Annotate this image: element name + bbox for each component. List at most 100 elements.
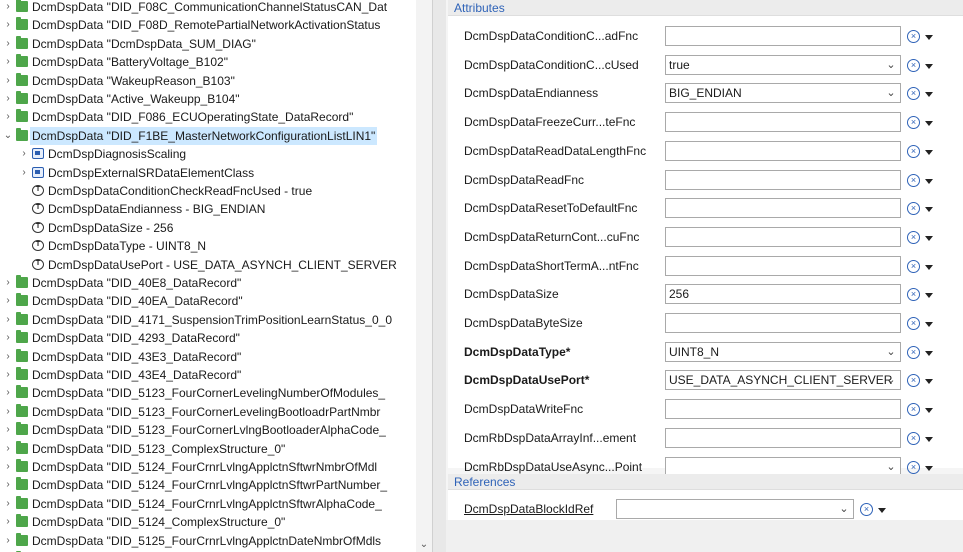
menu-arrow-icon[interactable] — [925, 121, 933, 127]
chevron-down-icon[interactable]: ⌄ — [884, 343, 898, 361]
scroll-down-icon[interactable]: ⌄ — [416, 539, 432, 550]
tree-row[interactable]: › DcmDspData "DID_43E4_DataRecord" — [0, 366, 416, 384]
expand-chevron-icon[interactable]: › — [2, 476, 14, 494]
reset-default-icon[interactable]: × — [907, 460, 920, 474]
tree-row[interactable]: T DcmDspDataSize - 256 — [0, 219, 416, 237]
menu-arrow-icon[interactable] — [925, 149, 933, 155]
chevron-down-icon[interactable]: ⌄ — [884, 458, 898, 476]
reset-default-icon[interactable]: × — [907, 230, 920, 244]
reset-default-icon[interactable]: × — [907, 173, 920, 187]
reset-default-icon[interactable]: × — [907, 30, 920, 43]
menu-arrow-icon[interactable] — [925, 350, 933, 356]
tree-row[interactable]: T DcmDspDataType - UINT8_N — [0, 237, 416, 255]
collapse-chevron-icon[interactable]: ⌄ — [2, 127, 14, 145]
menu-arrow-icon[interactable] — [925, 92, 933, 98]
tree-row[interactable]: › DcmDspData "DID_5123_FourCornerLvlngBoo… — [0, 421, 416, 439]
menu-arrow-icon[interactable] — [925, 379, 933, 385]
tree-row[interactable]: › DcmDspData "DID_40E8_DataRecord" — [0, 274, 416, 292]
reset-default-icon[interactable]: × — [907, 144, 920, 158]
attribute-input[interactable] — [665, 313, 901, 333]
references-section-header[interactable]: References — [448, 474, 963, 490]
expand-chevron-icon[interactable]: › — [2, 384, 14, 402]
expand-chevron-icon[interactable]: › — [2, 366, 14, 384]
expand-chevron-icon[interactable]: › — [18, 164, 30, 182]
menu-arrow-icon[interactable] — [925, 178, 933, 184]
tree-row[interactable]: › DcmDspData "DID_4171_SuspensionTrimPosi… — [0, 311, 416, 329]
attribute-input[interactable] — [665, 26, 901, 46]
reset-default-icon[interactable]: × — [860, 503, 873, 516]
expand-chevron-icon[interactable]: › — [2, 495, 14, 513]
attribute-input[interactable] — [665, 112, 901, 133]
reset-default-icon[interactable]: × — [907, 202, 920, 216]
expand-chevron-icon[interactable]: › — [2, 329, 14, 347]
expand-chevron-icon[interactable]: › — [2, 53, 14, 71]
attributes-section-header[interactable]: Attributes — [448, 0, 963, 16]
tree-row[interactable]: › DcmDspData "DID_4293_DataRecord" — [0, 329, 416, 347]
chevron-down-icon[interactable]: ⌄ — [884, 371, 898, 389]
tree-row[interactable]: › DcmDspData "DcmDspData_SUM_DIAG" — [0, 35, 416, 53]
reset-default-icon[interactable]: × — [907, 259, 920, 273]
menu-arrow-icon[interactable] — [925, 63, 933, 69]
attribute-input[interactable] — [665, 226, 901, 247]
tree-row[interactable]: › DcmDspData "DID_5123_FourCornerLeveling… — [0, 384, 416, 402]
expand-chevron-icon[interactable]: › — [2, 72, 14, 90]
expand-chevron-icon[interactable]: › — [2, 292, 14, 310]
expand-chevron-icon[interactable]: › — [2, 274, 14, 292]
attribute-select[interactable]: ⌄ — [616, 499, 854, 519]
expand-chevron-icon[interactable]: › — [18, 145, 30, 163]
tree-row[interactable]: › DcmDspData "DID_43E3_DataRecord" — [0, 348, 416, 366]
tree-row[interactable]: › DcmDspData "DID_5123_ComplexStructure_0… — [0, 440, 416, 458]
tree-row[interactable]: › DcmDspData "DID_40EA_DataRecord" — [0, 292, 416, 310]
reset-default-icon[interactable]: × — [907, 317, 920, 330]
tree-row[interactable]: › DcmDspData "DID_5124_FourCrnrLvlngApplc… — [0, 495, 416, 513]
tree-row[interactable]: › DcmDspData "DID_F08C_CommunicationChann… — [0, 0, 416, 16]
reset-default-icon[interactable]: × — [907, 374, 920, 388]
expand-chevron-icon[interactable]: › — [2, 440, 14, 458]
expand-chevron-icon[interactable]: › — [2, 348, 14, 366]
expand-chevron-icon[interactable]: › — [2, 0, 14, 16]
attribute-input[interactable] — [665, 140, 901, 161]
menu-arrow-icon[interactable] — [925, 264, 933, 270]
tree-row[interactable]: T DcmDspDataUsePort - USE_DATA_ASYNCH_CLI… — [0, 256, 416, 274]
attribute-select[interactable]: true ⌄ — [665, 54, 901, 75]
tree-row[interactable]: ⌄ DcmDspData "DID_F1BE_MasterNetworkConfi… — [0, 126, 416, 145]
expand-chevron-icon[interactable]: › — [2, 403, 14, 421]
expand-chevron-icon[interactable]: › — [2, 90, 14, 108]
attribute-input[interactable] — [665, 169, 901, 190]
chevron-down-icon[interactable]: ⌄ — [884, 84, 898, 102]
tree-row[interactable]: › DcmDspData "Active_Wakeupp_B104" — [0, 90, 416, 108]
expand-chevron-icon[interactable]: › — [2, 458, 14, 476]
reset-default-icon[interactable]: × — [907, 288, 920, 302]
expand-chevron-icon[interactable]: › — [2, 16, 14, 34]
tree-row[interactable]: › DcmDspData "DID_F08D_RemotePartialNetwo… — [0, 16, 416, 34]
expand-chevron-icon[interactable]: › — [2, 532, 14, 550]
tree-row[interactable]: › DcmDspData "DID_5124_ComplexStructure_0… — [0, 513, 416, 531]
attribute-input[interactable] — [665, 198, 901, 219]
chevron-down-icon[interactable]: ⌄ — [837, 500, 851, 518]
tree-vertical-scrollbar[interactable]: ⌄ — [416, 0, 432, 552]
tree-row[interactable]: T DcmDspDataConditionCheckReadFncUsed - t… — [0, 182, 416, 200]
tree-row[interactable]: › DcmDspData "DID_5124_FourCrnrLvlngApplc… — [0, 458, 416, 476]
reset-default-icon[interactable]: × — [907, 87, 920, 101]
attribute-input[interactable] — [665, 427, 901, 448]
menu-arrow-icon[interactable] — [925, 408, 933, 414]
menu-arrow-icon[interactable] — [925, 322, 933, 327]
reference-label-link[interactable]: DcmDspDataBlockIdRef — [464, 501, 593, 517]
menu-arrow-icon[interactable] — [925, 293, 933, 299]
expand-chevron-icon[interactable]: › — [2, 311, 14, 329]
reset-default-icon[interactable]: × — [907, 116, 920, 130]
reset-default-icon[interactable]: × — [907, 431, 920, 445]
attribute-select[interactable]: USE_DATA_ASYNCH_CLIENT_SERVER ⌄ — [665, 370, 901, 391]
expand-chevron-icon[interactable]: › — [2, 421, 14, 439]
expand-chevron-icon[interactable]: › — [2, 108, 14, 126]
attribute-input[interactable]: 256 — [665, 284, 901, 305]
menu-arrow-icon[interactable] — [925, 436, 933, 442]
tree-row[interactable]: › DcmDspData "DID_F086_ECUOperatingState_… — [0, 108, 416, 126]
menu-arrow-icon[interactable] — [878, 508, 886, 513]
tree-row[interactable]: T DcmDspDataEndianness - BIG_ENDIAN — [0, 200, 416, 218]
reset-default-icon[interactable]: × — [907, 58, 920, 72]
attribute-input[interactable] — [665, 399, 901, 420]
menu-arrow-icon[interactable] — [925, 235, 933, 241]
reset-default-icon[interactable]: × — [907, 345, 920, 359]
tree-row[interactable]: › DcmDspDiagnosisScaling — [0, 145, 416, 163]
